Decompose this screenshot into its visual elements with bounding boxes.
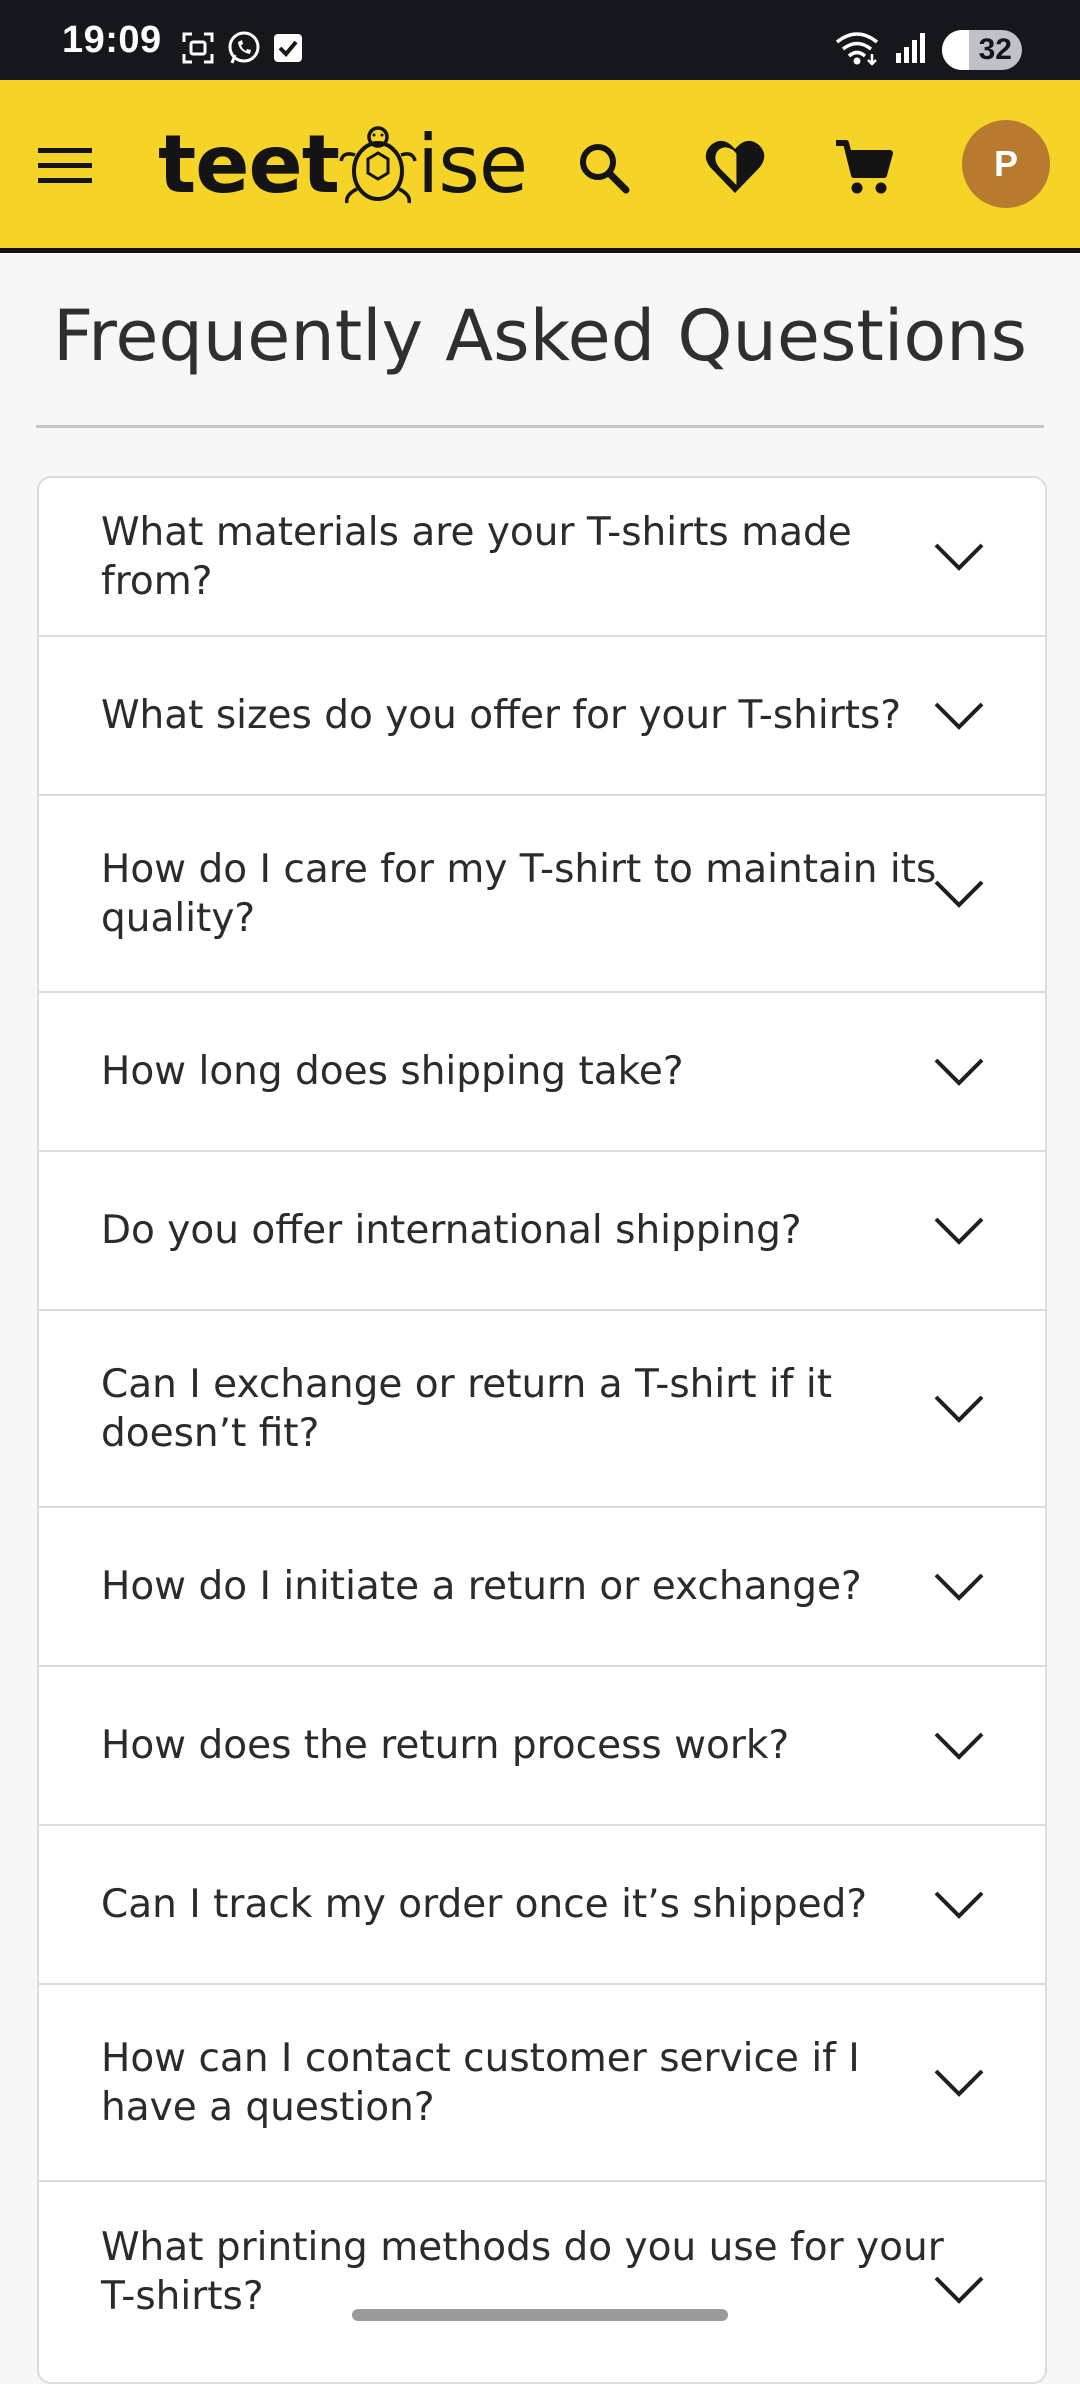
chevron-down-icon	[934, 1891, 984, 1919]
screenshot-icon	[180, 30, 216, 70]
avatar[interactable]: P	[962, 120, 1050, 208]
home-indicator[interactable]	[352, 2309, 728, 2321]
chevron-down-icon	[934, 1732, 984, 1760]
chevron-down-icon	[934, 702, 984, 730]
search-icon	[580, 144, 630, 194]
chevron-down-icon	[934, 1395, 984, 1423]
wishlist-button[interactable]	[700, 132, 770, 202]
signal-icon	[894, 31, 928, 69]
search-button[interactable]	[568, 132, 638, 202]
battery-icon: 32	[942, 30, 1022, 70]
faq-question: What materials are your T-shirts made fr…	[101, 509, 852, 604]
chevron-down-icon	[934, 543, 984, 571]
wifi-icon	[834, 30, 880, 70]
title-divider	[36, 425, 1044, 428]
faq-item[interactable]: How do I initiate a return or exchange?	[39, 1508, 1045, 1667]
battery-level: 32	[978, 33, 1012, 66]
faq-item[interactable]: Can I exchange or return a T-shirt if it…	[39, 1311, 1045, 1508]
logo-text-part1: teet	[158, 118, 340, 211]
faq-item[interactable]: Can I track my order once it’s shipped?	[39, 1826, 1045, 1985]
status-icons-right: 32	[834, 30, 1022, 70]
chevron-down-icon	[934, 1573, 984, 1601]
turtle-logo-icon	[339, 126, 417, 204]
faq-question: Do you offer international shipping?	[101, 1208, 802, 1253]
chevron-down-icon	[934, 1058, 984, 1086]
faq-question: How long does shipping take?	[101, 1049, 684, 1094]
status-time: 19:09	[62, 19, 162, 61]
faq-item[interactable]: What materials are your T-shirts made fr…	[39, 478, 1045, 637]
faq-question: How do I initiate a return or exchange?	[101, 1564, 862, 1609]
status-icons-left	[180, 30, 304, 70]
logo-text-part2: ise	[417, 118, 528, 211]
faq-item[interactable]: How do I care for my T-shirt to maintain…	[39, 796, 1045, 993]
faq-item[interactable]: What sizes do you offer for your T-shirt…	[39, 637, 1045, 796]
battery-fill	[942, 30, 970, 70]
faq-item[interactable]: How does the return process work?	[39, 1667, 1045, 1826]
faq-question: Can I exchange or return a T-shirt if it…	[101, 1361, 833, 1456]
page-title: Frequently Asked Questions	[53, 295, 1027, 377]
faq-item[interactable]: What printing methods do you use for you…	[39, 2182, 1045, 2382]
cart-icon	[836, 140, 893, 194]
faq-question: What printing methods do you use for you…	[101, 2225, 944, 2319]
app-header: teet ise P	[0, 80, 1080, 253]
faq-question: How can I contact customer service if I …	[101, 2035, 860, 2130]
faq-item[interactable]: How can I contact customer service if I …	[39, 1985, 1045, 2182]
menu-icon	[38, 148, 92, 183]
brand-logo[interactable]: teet ise	[158, 118, 528, 211]
faq-item[interactable]: Do you offer international shipping?	[39, 1152, 1045, 1311]
whatsapp-icon	[226, 30, 262, 70]
faq-list: What materials are your T-shirts made fr…	[37, 476, 1047, 2384]
menu-button[interactable]	[34, 140, 96, 192]
faq-question: How do I care for my T-shirt to maintain…	[101, 846, 937, 941]
faq-item[interactable]: How long does shipping take?	[39, 993, 1045, 1152]
heart-icon	[705, 140, 765, 193]
checkbox-icon	[272, 32, 304, 68]
faq-question: What sizes do you offer for your T-shirt…	[101, 693, 902, 738]
faq-question: How does the return process work?	[101, 1723, 790, 1768]
cart-button[interactable]	[830, 132, 900, 202]
chevron-down-icon	[934, 1217, 984, 1245]
chevron-down-icon	[934, 2069, 984, 2097]
chevron-down-icon	[934, 880, 984, 908]
faq-question: Can I track my order once it’s shipped?	[101, 1882, 868, 1927]
chevron-down-icon	[934, 2276, 984, 2304]
status-bar: 19:09 32	[0, 0, 1080, 80]
